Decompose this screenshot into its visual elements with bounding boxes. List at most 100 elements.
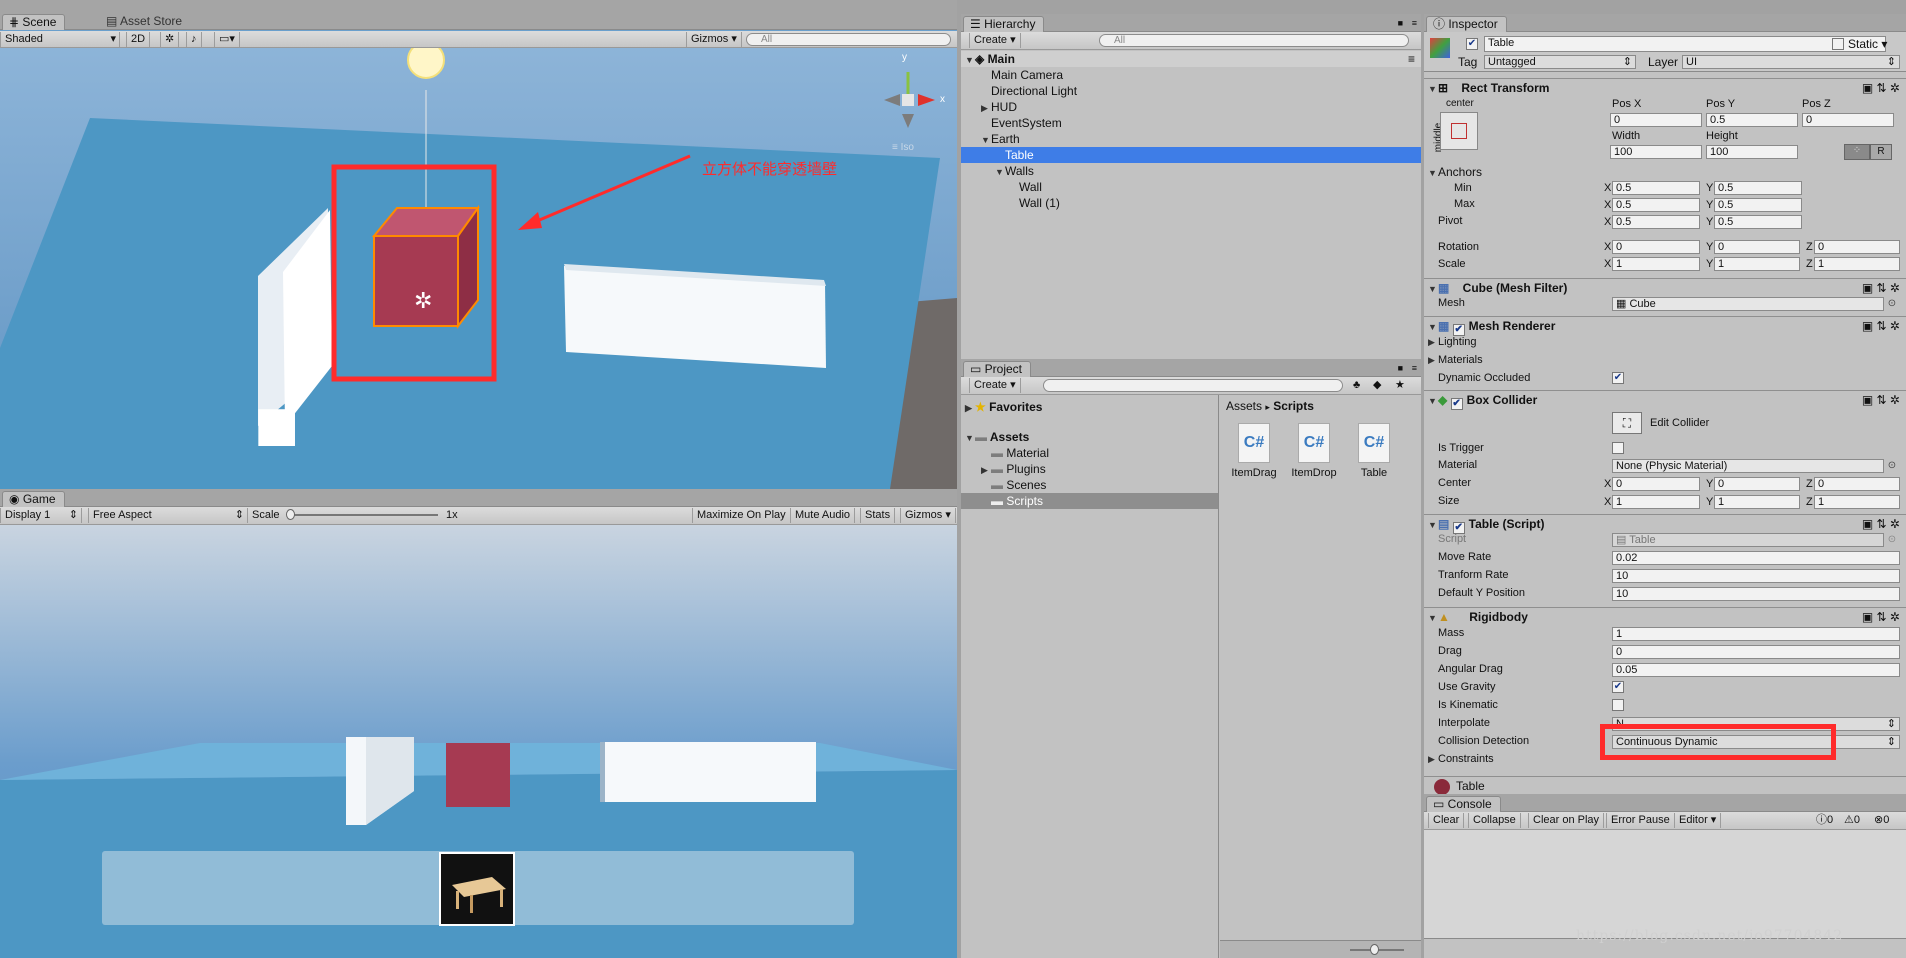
gizmo-iso-label[interactable]: ≡ Iso (892, 142, 914, 153)
raw-edit-button[interactable]: R (1870, 144, 1892, 160)
scale-z-field[interactable]: 1 (1814, 257, 1900, 271)
rigidbody-header[interactable]: ▼▲ Rigidbody ▣ ⇅ ✲ (1424, 607, 1906, 625)
anchor-min-x-field[interactable]: 0.5 (1612, 181, 1700, 195)
aspect-dropdown[interactable]: Free Aspect ⇕ (88, 508, 248, 523)
console-info-toggle[interactable]: ⓘ0 (1816, 813, 1833, 828)
scale-slider-track[interactable] (288, 514, 438, 516)
hierarchy-item-walls[interactable]: ▼Walls (961, 163, 1421, 179)
scene-root-row[interactable]: ▼◈ Main ≡ (961, 51, 1421, 67)
expand-triangle-icon[interactable]: ▼ (1428, 392, 1438, 410)
console-error-toggle[interactable]: ⊗0 (1874, 813, 1889, 828)
icon-size-thumb[interactable] (1370, 944, 1379, 955)
breadcrumb-root[interactable]: Assets (1226, 399, 1262, 413)
expand-triangle-icon[interactable]: ▼ (1428, 318, 1438, 336)
maximize-on-play-toggle[interactable]: Maximize On Play (692, 508, 791, 523)
rotation-y-field[interactable]: 0 (1714, 240, 1800, 254)
anchor-max-x-field[interactable]: 0.5 (1612, 198, 1700, 212)
is-trigger-checkbox[interactable] (1612, 442, 1624, 454)
mute-audio-toggle[interactable]: Mute Audio (790, 508, 856, 523)
hierarchy-search-input[interactable]: All (1099, 34, 1409, 47)
mesh-filter-header[interactable]: ▼▦ Cube (Mesh Filter) ▣ ⇅ ✲ (1424, 278, 1906, 296)
console-clear-on-play-toggle[interactable]: Clear on Play (1528, 813, 1605, 828)
scene-search-input[interactable]: All (746, 33, 951, 46)
posz-field[interactable]: 0 (1802, 113, 1894, 127)
anchor-max-y-field[interactable]: 0.5 (1714, 198, 1802, 212)
active-checkbox[interactable]: ✔ (1466, 38, 1478, 50)
tab-project[interactable]: ▭ Project (963, 361, 1032, 377)
tag-dropdown[interactable]: Untagged ⇕ (1484, 55, 1636, 69)
toggle-2d-button[interactable]: 2D (126, 32, 151, 47)
object-name-field[interactable]: Table (1484, 36, 1886, 52)
rotation-z-field[interactable]: 0 (1814, 240, 1900, 254)
anchor-min-y-field[interactable]: 0.5 (1714, 181, 1802, 195)
box-collider-enabled-checkbox[interactable]: ✔ (1450, 398, 1463, 410)
component-settings-icon[interactable]: ▣ ⇅ ✲ (1862, 279, 1900, 297)
tranform-rate-field[interactable]: 10 (1612, 569, 1900, 583)
folder-scenes[interactable]: ▬ Scenes (961, 477, 1218, 493)
tab-hierarchy[interactable]: ☰ Hierarchy (963, 16, 1045, 32)
hierarchy-item-hud[interactable]: ▶ HUD (961, 99, 1421, 115)
hierarchy-item-table[interactable]: Table (961, 147, 1421, 163)
expand-triangle-icon[interactable]: ▼ (1428, 80, 1438, 98)
scale-x-field[interactable]: 1 (1612, 257, 1700, 271)
constraints-foldout[interactable]: ▶ Constraints (1428, 753, 1494, 765)
rect-transform-header[interactable]: ▼⊞ Rect Transform ▣ ⇅ ✲ (1424, 78, 1906, 96)
expand-triangle-icon[interactable]: ▼ (965, 430, 975, 446)
expand-triangle-icon[interactable]: ▶ (965, 400, 975, 416)
blueprint-mode-button[interactable]: ⁘ (1844, 144, 1870, 160)
expand-triangle-icon[interactable]: ▶ (981, 100, 991, 116)
audio-toggle-icon[interactable]: ♪ (186, 32, 202, 47)
hierarchy-item-eventsystem[interactable]: EventSystem (961, 115, 1421, 131)
expand-triangle-icon[interactable]: ▼ (1428, 280, 1438, 298)
scale-y-field[interactable]: 1 (1714, 257, 1800, 271)
console-collapse-toggle[interactable]: Collapse (1468, 813, 1521, 828)
edit-collider-button[interactable]: ⛶ (1612, 412, 1642, 434)
drag-field[interactable]: 0 (1612, 645, 1900, 659)
expand-triangle-icon[interactable]: ▼ (965, 52, 975, 68)
width-field[interactable]: 100 (1610, 145, 1702, 159)
pivot-y-field[interactable]: 0.5 (1714, 215, 1802, 229)
lighting-foldout[interactable]: ▶ Lighting (1428, 336, 1477, 348)
pivot-x-field[interactable]: 0.5 (1612, 215, 1700, 229)
tab-inspector[interactable]: ⓘ Inspector (1426, 16, 1507, 32)
rotation-x-field[interactable]: 0 (1612, 240, 1700, 254)
console-editor-dropdown[interactable]: Editor ▾ (1674, 813, 1722, 828)
game-gizmos-dropdown[interactable]: Gizmos ▾ (900, 508, 956, 523)
console-log-area[interactable] (1424, 830, 1906, 938)
panel-menu-icon[interactable]: ≡ (1412, 363, 1417, 373)
move-rate-field[interactable]: 0.02 (1612, 551, 1900, 565)
hierarchy-item-main-camera[interactable]: Main Camera (961, 67, 1421, 83)
scene-menu-icon[interactable]: ≡ (1408, 51, 1415, 67)
hierarchy-item-directional-light[interactable]: Directional Light (961, 83, 1421, 99)
angular-drag-field[interactable]: 0.05 (1612, 663, 1900, 677)
object-picker-icon[interactable]: ⊙ (1886, 298, 1898, 310)
effects-toggle-icon[interactable]: ▭▾ (214, 32, 240, 47)
expand-triangle-icon[interactable]: ▼ (995, 164, 1005, 180)
mass-field[interactable]: 1 (1612, 627, 1900, 641)
object-picker-icon[interactable]: ⊙ (1886, 460, 1898, 472)
component-settings-icon[interactable]: ▣ ⇅ ✲ (1862, 608, 1900, 626)
layer-dropdown[interactable]: UI ⇕ (1682, 55, 1900, 69)
size-z-field[interactable]: 1 (1814, 495, 1900, 509)
folder-scripts[interactable]: ▬ Scripts (961, 493, 1218, 509)
asset-file-itemdrag[interactable]: C# ItemDrag (1226, 423, 1282, 479)
size-x-field[interactable]: 1 (1612, 495, 1700, 509)
materials-foldout[interactable]: ▶ Materials (1428, 354, 1483, 366)
stats-toggle[interactable]: Stats (860, 508, 896, 523)
project-create-button[interactable]: Create ▾ (969, 378, 1021, 393)
scene-viewport[interactable]: ✲ ■ y x ≡ Iso 立方体不能穿透墙壁 (0, 48, 957, 489)
expand-triangle-icon[interactable]: ▶ (1428, 754, 1438, 765)
hierarchy-item-wall-1[interactable]: Wall (1) (961, 195, 1421, 211)
size-y-field[interactable]: 1 (1714, 495, 1800, 509)
component-settings-icon[interactable]: ▣ ⇅ ✲ (1862, 515, 1900, 533)
expand-triangle-icon[interactable]: ▶ (1428, 355, 1438, 366)
hierarchy-create-button[interactable]: Create ▾ (969, 33, 1021, 48)
expand-triangle-icon[interactable]: ▼ (1428, 168, 1438, 178)
tab-game[interactable]: ◉ Game (2, 491, 65, 507)
filter-type-icon[interactable]: ♣ (1353, 378, 1360, 393)
breadcrumb-current[interactable]: Scripts (1273, 399, 1314, 413)
table-script-header[interactable]: ▼▤ ✔ Table (Script) ▣ ⇅ ✲ (1424, 514, 1906, 534)
anchor-preset-button[interactable] (1440, 112, 1478, 150)
component-settings-icon[interactable]: ▣ ⇅ ✲ (1862, 391, 1900, 409)
shading-dropdown[interactable]: Shaded ▾ (0, 32, 120, 47)
